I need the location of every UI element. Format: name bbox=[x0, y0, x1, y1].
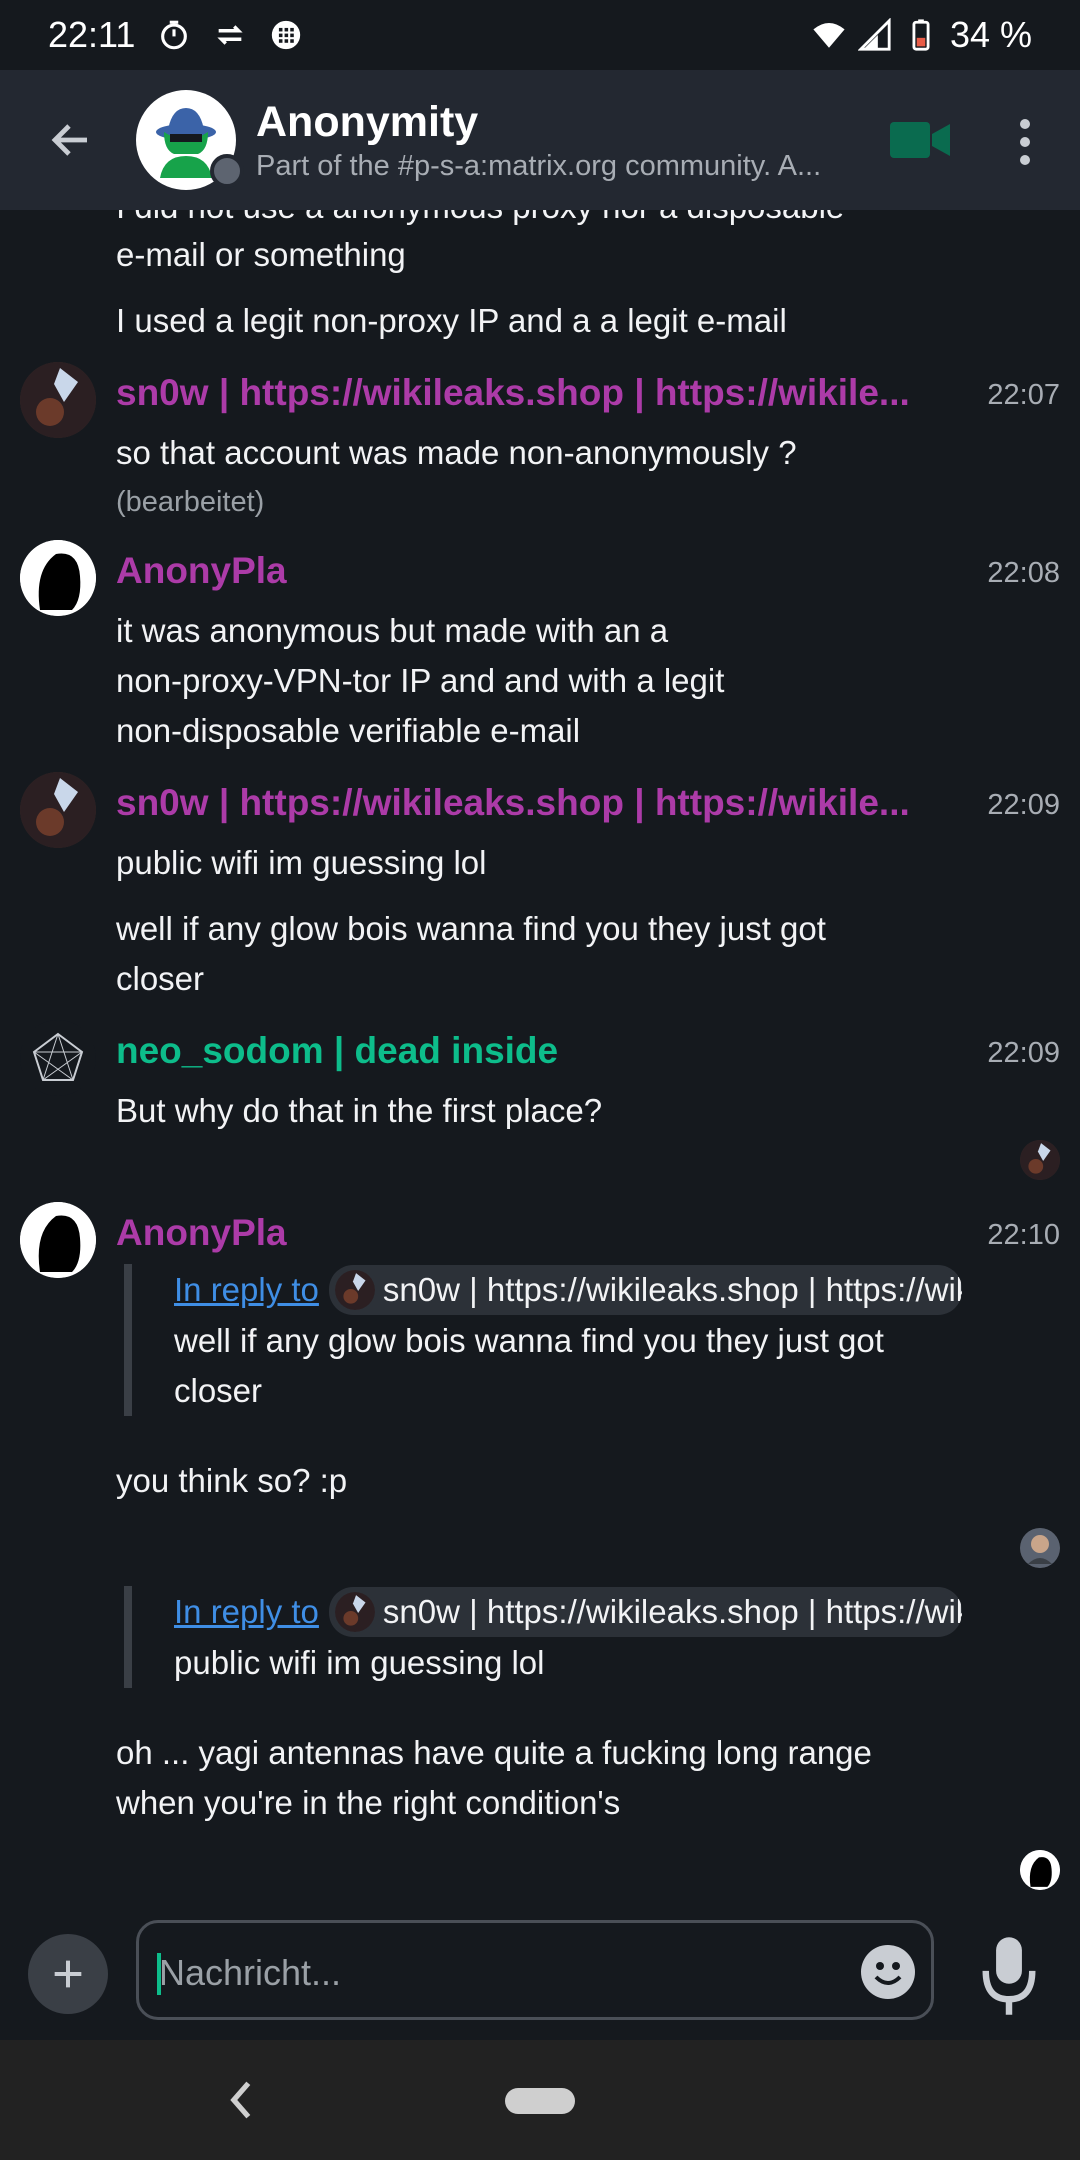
room-avatar[interactable] bbox=[136, 90, 244, 190]
more-options-button[interactable] bbox=[1000, 112, 1050, 172]
message-text: when you're in the right condition's bbox=[116, 1784, 621, 1821]
message-text: so that account was made non-anonymously… bbox=[116, 434, 797, 471]
sender-name[interactable]: neo_sodom | dead inside bbox=[116, 1026, 946, 1076]
community-badge-icon bbox=[210, 154, 244, 188]
microphone-icon[interactable] bbox=[978, 1932, 1040, 2020]
message-input-box[interactable] bbox=[136, 1920, 934, 2020]
message-text: I did not use a anonymous proxy nor a di… bbox=[116, 210, 844, 232]
message-timeline[interactable]: I did not use a anonymous proxy nor a di… bbox=[0, 210, 1080, 1910]
message-time: 22:09 bbox=[987, 1037, 1060, 1069]
message-text: e-mail or something bbox=[116, 236, 406, 273]
emoji-icon[interactable] bbox=[861, 1945, 915, 1999]
app-grid-icon bbox=[272, 20, 301, 50]
user-pill[interactable]: sn0w | https://wikileaks.shop | https://… bbox=[328, 1587, 962, 1637]
user-pill-name: sn0w | https://wikileaks.shop | https://… bbox=[382, 1593, 962, 1630]
video-camera-icon[interactable] bbox=[888, 118, 952, 162]
message-text: public wifi im guessing lol bbox=[116, 844, 487, 881]
message-time: 22:09 bbox=[987, 789, 1060, 821]
attach-button[interactable] bbox=[28, 1934, 108, 2014]
message-text: oh ... yagi antennas have quite a fuckin… bbox=[116, 1734, 872, 1771]
avatar bbox=[334, 1270, 375, 1310]
reply-quote[interactable]: In reply to sn0w | https://wikileaks.sho… bbox=[124, 1264, 962, 1416]
read-receipt-avatar[interactable] bbox=[1020, 1528, 1060, 1568]
wifi-icon bbox=[813, 22, 845, 48]
sender-name[interactable]: AnonyPla bbox=[116, 1208, 946, 1258]
avatar[interactable] bbox=[20, 1020, 96, 1096]
room-topic: Part of the #p-s-a:matrix.org community.… bbox=[256, 150, 822, 182]
edited-label: (bearbeitet) bbox=[116, 486, 265, 518]
system-nav-bar bbox=[0, 2040, 1080, 2160]
message-time: 22:08 bbox=[987, 557, 1060, 589]
room-title: Anonymity bbox=[256, 98, 479, 146]
avatar[interactable] bbox=[20, 772, 96, 848]
battery-percent: 34 % bbox=[949, 14, 1032, 55]
message-text: But why do that in the first place? bbox=[116, 1092, 603, 1129]
message-text: closer bbox=[116, 960, 205, 997]
nav-back-icon[interactable] bbox=[220, 2075, 260, 2125]
message-text: non-proxy-VPN-tor IP and and with a legi… bbox=[116, 662, 725, 699]
back-button[interactable] bbox=[36, 105, 106, 175]
sender-name[interactable]: sn0w | https://wikileaks.shop | https://… bbox=[116, 778, 946, 828]
timer-icon bbox=[161, 20, 188, 50]
message-text: well if any glow bois wanna find you the… bbox=[116, 910, 826, 947]
status-time: 22:11 bbox=[48, 14, 136, 55]
message-time: 22:10 bbox=[987, 1219, 1060, 1251]
user-pill-name: sn0w | https://wikileaks.shop | https://… bbox=[382, 1271, 962, 1308]
message-text: you think so? :p bbox=[116, 1462, 348, 1499]
avatar[interactable] bbox=[20, 540, 96, 616]
sender-name[interactable]: sn0w | https://wikileaks.shop | https://… bbox=[116, 368, 946, 418]
battery-icon bbox=[912, 19, 930, 51]
reply-quote[interactable]: In reply to sn0w | https://wikileaks.sho… bbox=[124, 1586, 962, 1688]
in-reply-to-link[interactable]: In reply to bbox=[174, 1593, 319, 1631]
quote-text: well if any glow bois wanna find you the… bbox=[174, 1322, 884, 1359]
message-time: 22:07 bbox=[987, 379, 1060, 411]
arrow-left-icon bbox=[51, 124, 87, 156]
in-reply-to-link[interactable]: In reply to bbox=[174, 1271, 319, 1309]
message-input[interactable] bbox=[159, 1943, 779, 2003]
message-text: I used a legit non-proxy IP and a a legi… bbox=[116, 302, 787, 339]
quote-text: closer bbox=[174, 1372, 263, 1409]
message-composer bbox=[0, 1910, 1080, 2040]
avatar[interactable] bbox=[20, 1202, 96, 1278]
avatar[interactable] bbox=[20, 362, 96, 438]
room-info[interactable]: Anonymity Part of the #p-s-a:matrix.org … bbox=[256, 96, 866, 184]
quote-text: public wifi im guessing lol bbox=[174, 1644, 545, 1681]
user-pill[interactable]: sn0w | https://wikileaks.shop | https://… bbox=[328, 1265, 962, 1315]
signal-icon bbox=[857, 18, 891, 51]
message-text: it was anonymous but made with an a bbox=[116, 612, 669, 649]
message-text: non-disposable verifiable e-mail bbox=[116, 712, 581, 749]
room-header: Anonymity Part of the #p-s-a:matrix.org … bbox=[0, 70, 1080, 210]
home-pill[interactable] bbox=[505, 2088, 575, 2114]
sender-name[interactable]: AnonyPla bbox=[116, 546, 946, 596]
status-bar: 22:11 34 % bbox=[0, 0, 1080, 70]
avatar bbox=[334, 1592, 375, 1632]
data-sync-icon bbox=[217, 25, 244, 45]
read-receipt-avatar[interactable] bbox=[1020, 1850, 1060, 1890]
plus-icon bbox=[54, 1960, 82, 1988]
read-receipt-avatar[interactable] bbox=[1020, 1140, 1060, 1180]
